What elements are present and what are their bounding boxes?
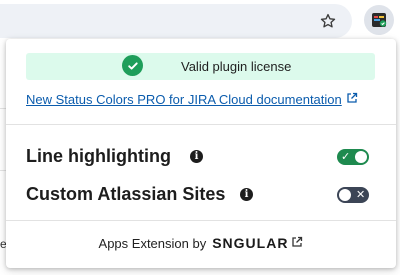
- address-bar[interactable]: [0, 4, 352, 38]
- extension-puzzle-icon[interactable]: [364, 5, 394, 35]
- documentation-link[interactable]: New Status Colors PRO for JIRA Cloud doc…: [26, 92, 358, 107]
- documentation-link-label: New Status Colors PRO for JIRA Cloud doc…: [26, 92, 342, 107]
- section-divider: [6, 124, 396, 125]
- toggle-check-icon: ✓: [341, 151, 351, 163]
- check-circle-icon: [122, 55, 143, 76]
- license-status-text: Valid plugin license: [181, 59, 292, 74]
- footer-prefix: Apps Extension by: [98, 235, 207, 251]
- section-divider: [6, 220, 396, 221]
- extension-popup: Valid plugin license New Status Colors P…: [6, 39, 396, 268]
- footer: Apps Extension by SNGULAR: [6, 233, 396, 253]
- star-icon[interactable]: [318, 11, 338, 31]
- setting-row-line-highlighting: Line highlighting i ✓: [26, 146, 376, 170]
- external-link-icon[interactable]: [291, 236, 303, 251]
- info-icon[interactable]: i: [240, 188, 253, 201]
- toggle-close-icon: ✕: [356, 189, 366, 201]
- sngular-brand-link[interactable]: SNGULAR: [212, 235, 288, 251]
- setting-row-custom-atlassian-sites: Custom Atlassian Sites i ✕: [26, 184, 376, 208]
- setting-label: Custom Atlassian Sites: [26, 184, 226, 204]
- line-highlighting-toggle[interactable]: ✓: [337, 149, 369, 165]
- license-status-banner: Valid plugin license: [26, 53, 375, 80]
- setting-label: Line highlighting: [26, 146, 171, 166]
- info-icon[interactable]: i: [190, 150, 203, 163]
- toggle-knob: [339, 189, 351, 201]
- browser-toolbar: [0, 0, 400, 40]
- external-link-icon: [346, 92, 358, 107]
- toggle-knob: [355, 151, 367, 163]
- custom-atlassian-sites-toggle[interactable]: ✕: [337, 187, 369, 203]
